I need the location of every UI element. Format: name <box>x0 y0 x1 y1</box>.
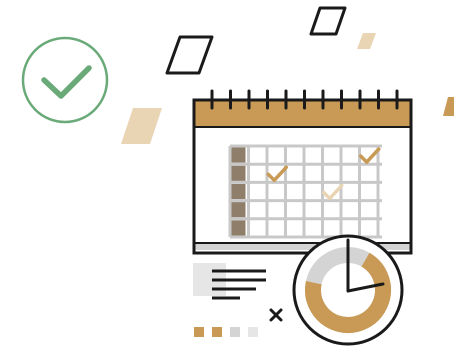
close-icon <box>269 308 283 322</box>
calendar-row-header <box>230 202 246 218</box>
legend-square <box>230 327 240 337</box>
calendar-row-header <box>230 147 246 163</box>
outline-slant-shape <box>165 35 214 75</box>
tan-slant-shape-small <box>357 33 376 49</box>
calendar-row-header <box>230 165 246 181</box>
outline-slant-shape-small <box>309 6 347 36</box>
tan-slant-shape <box>121 108 162 144</box>
check-circle-icon <box>21 36 109 124</box>
legend-squares <box>194 327 258 337</box>
clock-icon <box>292 234 404 346</box>
tan-slant-shape-edge <box>443 97 454 116</box>
calendar-row-header <box>230 183 246 200</box>
document-lines-icon <box>193 263 266 300</box>
legend-square <box>212 327 222 337</box>
legend-square <box>194 327 204 337</box>
legend-square <box>248 327 258 337</box>
calendar-illustration <box>21 6 454 346</box>
calendar-row-header <box>230 220 246 236</box>
calendar-icon <box>192 89 413 255</box>
